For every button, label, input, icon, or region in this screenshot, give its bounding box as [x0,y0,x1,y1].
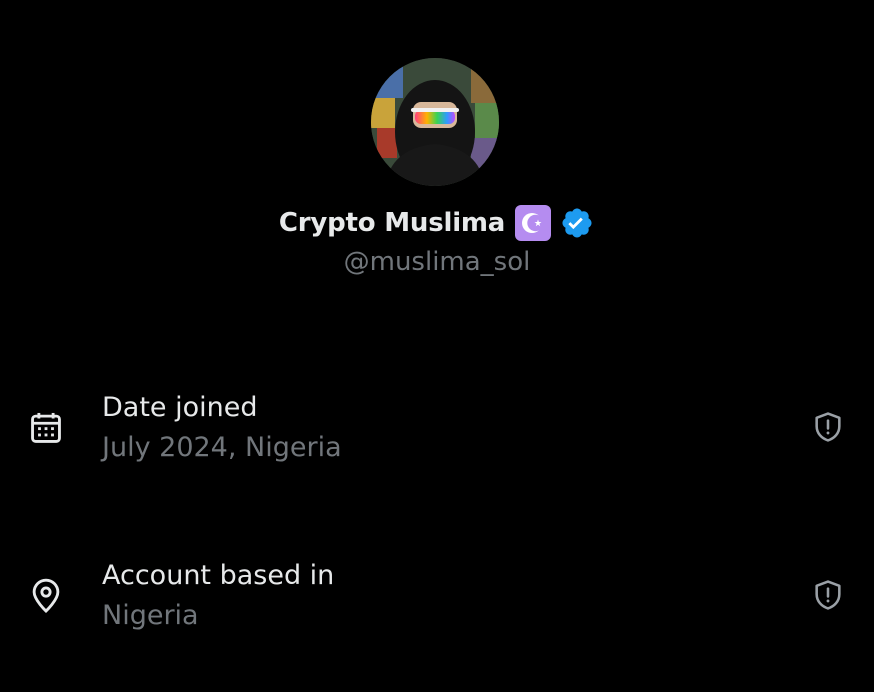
detail-value: July 2024, Nigeria [102,432,342,463]
detail-title: Account based in [102,560,335,591]
detail-row-account-based-in: Account based in Nigeria [0,560,874,650]
shield-alert-icon[interactable] [809,408,847,446]
detail-title: Date joined [102,392,258,423]
star-and-crescent-icon [515,205,552,241]
shield-alert-icon[interactable] [809,576,847,614]
profile-handle[interactable]: @muslima_sol [0,247,874,277]
name-row: Crypto Muslima [0,202,874,244]
detail-row-date-joined: Date joined July 2024, Nigeria [0,392,874,482]
verified-badge-icon[interactable] [559,205,595,241]
display-name: Crypto Muslima [278,208,506,238]
detail-value: Nigeria [102,600,199,631]
calendar-icon [26,408,66,448]
avatar[interactable] [371,58,499,186]
location-pin-icon [26,576,66,616]
profile-header: Crypto Muslima @muslima_sol [0,0,874,300]
